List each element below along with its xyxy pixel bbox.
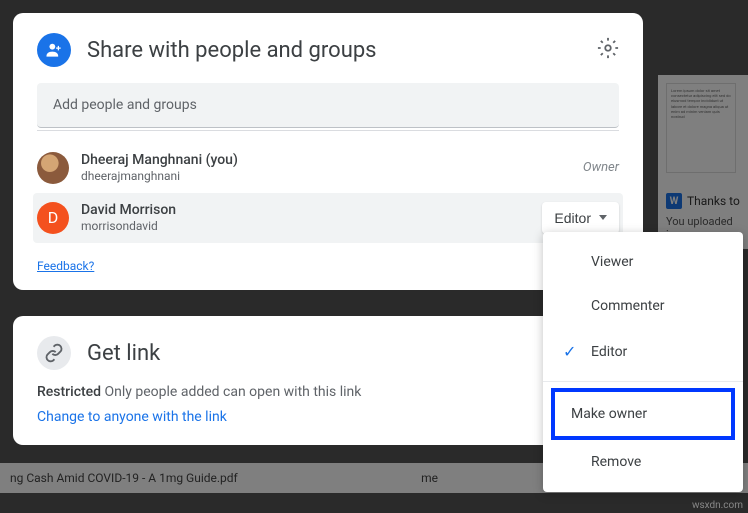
link-icon [37,336,71,370]
avatar [37,152,69,184]
gear-icon[interactable] [597,37,619,63]
watermark: wsxdn.com [692,500,743,511]
role-dropdown-label: Editor [554,210,591,226]
dropdown-item-remove[interactable]: Remove [543,440,743,484]
restricted-text: Restricted Only people added can open wi… [37,384,619,400]
check-icon: ✓ [563,342,591,361]
dropdown-separator [543,381,743,382]
person-row-owner: Dheeraj Manghnani (you) dheerajmanghnani… [33,143,623,193]
dropdown-item-viewer[interactable]: Viewer [543,240,743,284]
role-dropdown-button[interactable]: Editor [542,202,619,234]
person-email: morrisondavid [81,219,542,235]
person-email: dheerajmanghnani [81,169,583,185]
person-row-editor: D David Morrison morrisondavid Editor [33,193,623,243]
person-name: Dheeraj Manghnani (you) [81,151,583,169]
dropdown-item-editor[interactable]: ✓ Editor [543,328,743,375]
highlight-box: Make owner [551,388,735,440]
share-title: Share with people and groups [87,38,597,63]
get-link-title: Get link [87,341,160,366]
feedback-link[interactable]: Feedback? [37,259,94,273]
change-link-access[interactable]: Change to anyone with the link [37,409,227,425]
dropdown-item-commenter[interactable]: Commenter [543,284,743,328]
dropdown-item-make-owner[interactable]: Make owner [555,392,731,436]
role-dropdown-menu: Viewer Commenter ✓ Editor Make owner Rem… [543,232,743,492]
avatar: D [37,202,69,234]
chevron-down-icon [599,215,607,220]
person-name: David Morrison [81,201,542,219]
role-owner-label: Owner [583,160,619,175]
add-people-input[interactable]: Add people and groups [37,83,619,128]
share-people-icon [37,33,71,67]
